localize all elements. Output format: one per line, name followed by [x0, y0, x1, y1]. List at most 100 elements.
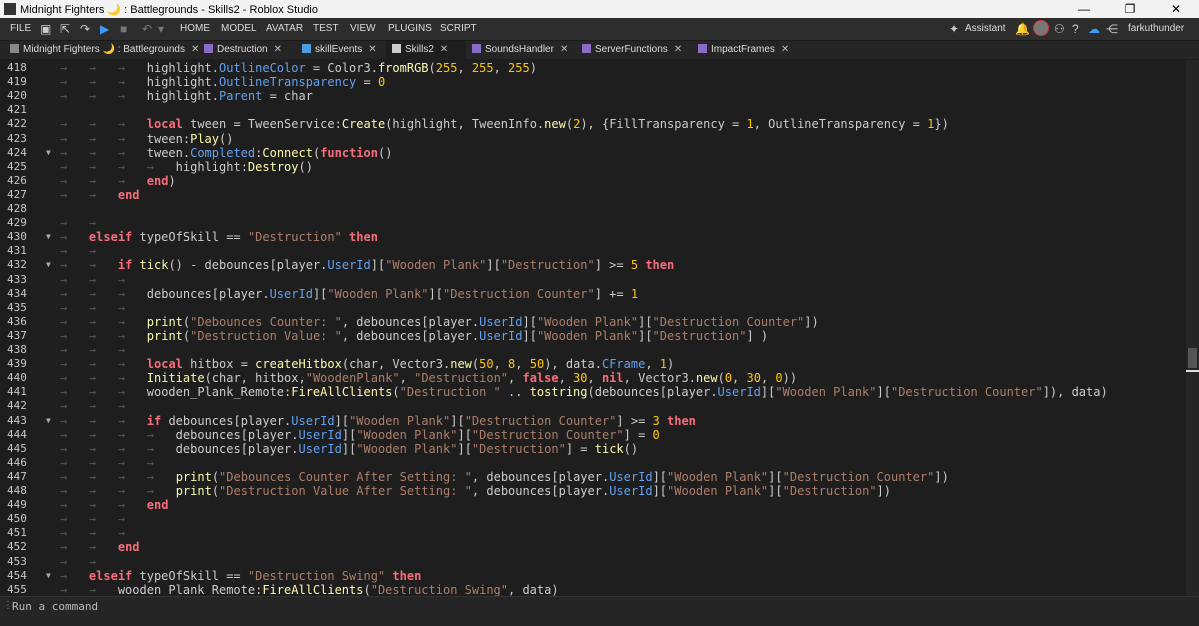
code-line[interactable]: 421 — [0, 103, 1186, 117]
code-line[interactable]: 450 → → → — [0, 512, 1186, 526]
tab-impactframes[interactable]: ImpactFrames ✕ — [692, 41, 789, 59]
maximize-button[interactable]: ❐ — [1107, 0, 1153, 18]
code-line[interactable]: 447 → → → → print("Debounces Counter Afte… — [0, 470, 1186, 484]
code-text: → → → Initiate(char, hitbox,"WoodenPlank… — [60, 371, 798, 386]
code-line[interactable]: 424 ▼ → → → tween.Completed:Connect(functi… — [0, 146, 1186, 160]
assistant-button[interactable]: Assistant — [965, 23, 1006, 34]
scrollbar-thumb[interactable] — [1188, 348, 1197, 368]
code-line[interactable]: 451 → → → — [0, 526, 1186, 540]
menu-script[interactable]: SCRIPT — [440, 23, 477, 34]
menu-model[interactable]: MODEL — [221, 23, 257, 34]
undo-dropdown-icon[interactable]: ▾ — [158, 22, 164, 36]
close-icon[interactable]: ✕ — [274, 44, 282, 55]
code-line[interactable]: 425 → → → → highlight:Destroy() — [0, 160, 1186, 174]
avatar[interactable] — [1033, 20, 1049, 36]
menu-home[interactable]: HOME — [180, 23, 210, 34]
code-line[interactable]: 429 → → — [0, 216, 1186, 230]
code-text: → → → → print("Destruction Value After S… — [60, 484, 891, 498]
publish-icon[interactable]: ⇱ — [60, 22, 70, 36]
save-icon[interactable]: ▣ — [40, 22, 51, 36]
code-line[interactable]: 452 → → end — [0, 540, 1186, 554]
code-line[interactable]: 419 → → → highlight.OutlineTransparency =… — [0, 75, 1186, 89]
tab-soundshandler[interactable]: SoundsHandler ✕ — [466, 41, 568, 59]
code-line[interactable]: 434 → → → debounces[player.UserId]["Woode… — [0, 287, 1186, 301]
fold-toggle-icon[interactable]: ▼ — [46, 414, 51, 428]
tab-skills2[interactable]: Skills2 ✕ — [386, 41, 466, 59]
code-line[interactable]: 445 → → → → debounces[player.UserId]["Woo… — [0, 442, 1186, 456]
tab-destruction[interactable]: Destruction ✕ — [198, 41, 282, 59]
code-text: → → end — [60, 540, 140, 555]
code-line[interactable]: 427 → → end — [0, 188, 1186, 202]
close-window-button[interactable]: ✕ — [1153, 0, 1199, 18]
fold-toggle-icon[interactable]: ▼ — [46, 230, 51, 244]
code-line[interactable]: 439 → → → local hitbox = createHitbox(cha… — [0, 357, 1186, 371]
vertical-scrollbar[interactable] — [1186, 60, 1199, 596]
code-text: → → → → highlight:Destroy() — [60, 159, 313, 174]
menu-test[interactable]: TEST — [313, 23, 339, 34]
fold-toggle-icon[interactable]: ▼ — [46, 569, 51, 583]
line-number: 430 — [7, 230, 27, 244]
code-line[interactable]: 444 → → → → debounces[player.UserId]["Woo… — [0, 428, 1186, 442]
line-number: 441 — [7, 385, 27, 399]
code-text: → → → wooden_Plank_Remote:FireAllClients… — [60, 385, 1108, 400]
play-icon[interactable]: ▶ — [100, 22, 109, 36]
code-line[interactable]: 418 → → → highlight.OutlineColor = Color3… — [0, 61, 1186, 75]
code-line[interactable]: 454 ▼ → elseif typeOfSkill == "Destruction… — [0, 569, 1186, 583]
command-input[interactable]: Run a command — [12, 600, 98, 613]
code-line[interactable]: 433 → → → — [0, 273, 1186, 287]
help-icon[interactable]: ? — [1072, 22, 1079, 36]
add-user-icon[interactable]: ⚇ — [1054, 22, 1065, 36]
menu-view[interactable]: VIEW — [350, 23, 376, 34]
fold-toggle-icon[interactable]: ▼ — [46, 146, 51, 160]
code-text: → → → highlight.OutlineColor = Color3.fr… — [60, 61, 537, 75]
tab-skillevents[interactable]: skillEvents ✕ — [296, 41, 377, 59]
code-line[interactable]: 430 ▼ → elseif typeOfSkill == "Destruction… — [0, 230, 1186, 244]
code-line[interactable]: 435 → → → — [0, 301, 1186, 315]
script-editor[interactable]: 418 → → → highlight.OutlineColor = Color3… — [0, 60, 1199, 596]
share-icon[interactable]: ⋲ — [1106, 22, 1118, 36]
window-title: Midnight Fighters 🌙 : Battlegrounds - Sk… — [20, 4, 318, 16]
code-line[interactable]: 426 → → → end) — [0, 174, 1186, 188]
close-icon[interactable]: ✕ — [440, 44, 448, 55]
code-line[interactable]: 422 → → → local tween = TweenService:Crea… — [0, 117, 1186, 131]
code-line[interactable]: 436 → → → print("Debounces Counter: ", de… — [0, 315, 1186, 329]
tab-place[interactable]: Midnight Fighters 🌙 : Battlegrounds ✕ — [4, 41, 199, 59]
notifications-icon[interactable]: 🔔 — [1015, 22, 1030, 36]
close-icon[interactable]: ✕ — [368, 44, 376, 55]
code-line[interactable]: 423 → → → tween:Play() — [0, 132, 1186, 146]
code-line[interactable]: 431 → → — [0, 244, 1186, 258]
fold-toggle-icon[interactable]: ▼ — [46, 258, 51, 272]
menu-avatar[interactable]: AVATAR — [266, 23, 303, 34]
minimize-button[interactable]: — — [1061, 0, 1107, 18]
code-line[interactable]: 449 → → → end — [0, 498, 1186, 512]
code-line[interactable]: 438 → → → — [0, 343, 1186, 357]
code-line[interactable]: 455 → → wooden_Plank_Remote:FireAllClient… — [0, 583, 1186, 596]
code-line[interactable]: 443 ▼ → → → if debounces[player.UserId]["W… — [0, 414, 1186, 428]
code-line[interactable]: 437 → → → print("Destruction Value: ", de… — [0, 329, 1186, 343]
code-text: → → → print("Debounces Counter: ", debou… — [60, 314, 819, 329]
code-text: → → — [60, 554, 97, 569]
code-line[interactable]: 420 → → → highlight.Parent = char — [0, 89, 1186, 103]
code-line[interactable]: 446 → → → → — [0, 456, 1186, 470]
assistant-icon[interactable]: ✦ — [949, 22, 959, 36]
code-line[interactable]: 442 → → → — [0, 399, 1186, 413]
tab-serverfunctions[interactable]: ServerFunctions ✕ — [576, 41, 682, 59]
menu-plugins[interactable]: PLUGINS — [388, 23, 432, 34]
close-icon[interactable]: ✕ — [781, 44, 789, 55]
code-line[interactable]: 432 ▼ → → if tick() - debounces[player.Use… — [0, 258, 1186, 272]
close-icon[interactable]: ✕ — [560, 44, 568, 55]
code-line[interactable]: 453 → → — [0, 555, 1186, 569]
code-line[interactable]: 428 — [0, 202, 1186, 216]
code-line[interactable]: 440 → → → Initiate(char, hitbox,"WoodenPl… — [0, 371, 1186, 385]
code-text: → → → — [60, 343, 126, 357]
redo-arrow-icon[interactable]: ↷ — [80, 22, 90, 36]
stop-icon[interactable]: ■ — [120, 22, 127, 36]
cloud-icon[interactable]: ☁ — [1088, 22, 1100, 36]
code-line[interactable]: 448 → → → → print("Destruction Value Afte… — [0, 484, 1186, 498]
close-icon[interactable]: ✕ — [674, 44, 682, 55]
file-menu[interactable]: FILE — [10, 23, 31, 34]
username[interactable]: farkuthunder — [1128, 23, 1184, 34]
undo-icon[interactable]: ↶ — [142, 22, 152, 36]
code-line[interactable]: 441 → → → wooden_Plank_Remote:FireAllClie… — [0, 385, 1186, 399]
command-bar[interactable]: ⋮ Run a command — [0, 596, 1199, 626]
